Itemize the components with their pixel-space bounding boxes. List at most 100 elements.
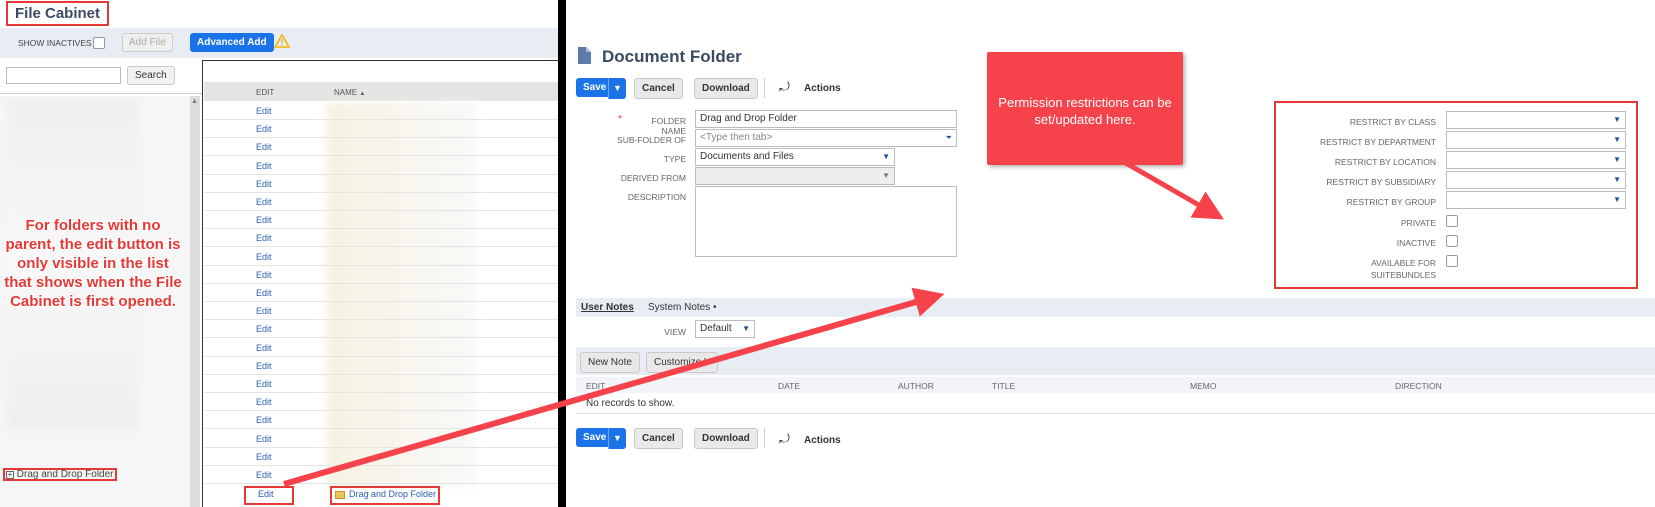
edit-link[interactable]: Edit [256,415,272,425]
customize-view-button[interactable]: Customize V [646,352,718,373]
warning-icon [274,34,290,48]
edit-link[interactable]: Edit [256,470,272,480]
edit-link[interactable]: Edit [258,489,274,499]
available-for-label: AVAILABLE FOR [1371,258,1436,268]
restrict-group-label: RESTRICT BY GROUP [1346,197,1436,207]
folder-name-link[interactable]: Drag and Drop Folder [349,489,436,499]
new-note-button[interactable]: New Note [580,352,640,373]
restrict-location-label: RESTRICT BY LOCATION [1334,157,1436,167]
tab-system-notes[interactable]: System Notes • [648,302,717,313]
notes-tab-bar [576,298,1655,317]
page-title: File Cabinet [6,1,110,26]
private-checkbox[interactable] [1446,215,1458,227]
edit-link[interactable]: Edit [256,179,272,189]
edit-link[interactable]: Edit [256,306,272,316]
highlight-edit-box: Edit [244,486,294,505]
edit-link[interactable]: Edit [256,270,272,280]
edit-link[interactable]: Edit [256,197,272,207]
restrict-group-select[interactable]: ▼ [1446,191,1626,209]
suitebundles-checkbox[interactable] [1446,255,1458,267]
col-edit: EDIT [586,381,606,391]
edit-link[interactable]: Edit [256,233,272,243]
dropdown-icon[interactable]: ▼ [1613,155,1621,164]
edit-link[interactable]: Edit [256,124,272,134]
file-cabinet-panel: File Cabinet SHOW INACTIVES Add File Adv… [0,0,558,507]
scroll-up-icon[interactable]: ▲ [191,98,198,105]
col-title: TITLE [992,381,1016,391]
no-records-text: No records to show. [586,398,675,409]
show-inactives-label: SHOW INACTIVES [18,38,92,48]
highlight-name-box: Drag and Drop Folder [330,486,440,505]
restrict-department-select[interactable]: ▼ [1446,131,1626,149]
table-row: Edit [204,375,558,393]
table-row: Edit [204,430,558,448]
restrict-subsidiary-select[interactable]: ▼ [1446,171,1626,189]
view-select[interactable]: Default ▼ [695,320,755,338]
notes-table-header [576,377,1655,393]
edit-link[interactable]: Edit [256,142,272,152]
tab-user-notes[interactable]: User Notes [581,302,634,313]
edit-link[interactable]: Edit [256,434,272,444]
view-label: VIEW [664,327,686,337]
table-row: Edit [204,411,558,430]
col-edit: EDIT [256,88,275,97]
col-memo: MEMO [1190,381,1217,391]
table-row: Edit [204,157,558,175]
show-inactives-checkbox[interactable] [93,37,105,49]
edit-link[interactable]: Edit [256,343,272,353]
search-button[interactable]: Search [127,66,175,85]
table-row: Edit [204,320,558,339]
table-row: Edit [204,284,558,302]
suitebundles-label: SUITEBUNDLES [1370,270,1436,280]
table-row: Edit [204,302,558,321]
table-row: Edit [204,175,558,193]
highlight-box [3,468,117,481]
list-header: EDIT NAME ▲ [204,82,558,101]
table-row: Edit [204,193,558,211]
advanced-add-button[interactable]: Advanced Add [190,33,274,52]
panel-divider [558,0,566,507]
col-author: AUTHOR [898,381,934,391]
edit-link[interactable]: Edit [256,215,272,225]
edit-link[interactable]: Edit [256,161,272,171]
tree-item-drag-drop-folder[interactable]: + Drag and Drop Folder [3,468,117,481]
col-date: DATE [778,381,801,391]
inactive-checkbox[interactable] [1446,235,1458,247]
download-button-bottom[interactable]: Download [694,428,758,449]
restrict-location-select[interactable]: ▼ [1446,151,1626,169]
save-dropdown-icon[interactable]: ▼ [608,428,626,449]
table-row: Edit [204,393,558,412]
actions-icon[interactable]: ⤾ [779,431,790,447]
arrow-to-restrictions [1122,159,1225,220]
table-row: Edit [204,339,558,357]
dropdown-icon[interactable]: ▼ [742,324,750,333]
tree-scrollbar[interactable]: ▲ [190,96,200,507]
edit-link[interactable]: Edit [256,106,272,116]
table-row: Edit [204,211,558,230]
dropdown-icon[interactable]: ▼ [1613,195,1621,204]
private-label: PRIVATE [1400,218,1436,228]
col-name[interactable]: NAME ▲ [334,88,365,97]
edit-link[interactable]: Edit [256,324,272,334]
dropdown-icon[interactable]: ▼ [1613,135,1621,144]
inactive-label: INACTIVE [1396,238,1436,248]
table-row: Edit [204,466,558,484]
restrict-subsidiary-label: RESTRICT BY SUBSIDIARY [1326,177,1436,187]
search-input[interactable] [6,67,121,84]
col-direction: DIRECTION [1395,381,1442,391]
edit-link[interactable]: Edit [256,288,272,298]
actions-menu-bottom[interactable]: Actions [804,435,841,446]
edit-link[interactable]: Edit [256,361,272,371]
document-folder-panel: Document Folder Save ▼ Cancel Download ⤾… [566,0,1655,507]
edit-link[interactable]: Edit [256,379,272,389]
add-file-button[interactable]: Add File [122,33,173,52]
edit-link[interactable]: Edit [256,252,272,262]
dropdown-icon[interactable]: ▼ [1613,175,1621,184]
divider [764,428,765,448]
restrict-class-select[interactable]: ▼ [1446,111,1626,129]
table-row: Edit [204,357,558,375]
dropdown-icon[interactable]: ▼ [1613,115,1621,124]
cancel-button-bottom[interactable]: Cancel [634,428,683,449]
edit-link[interactable]: Edit [256,452,272,462]
edit-link[interactable]: Edit [256,397,272,407]
